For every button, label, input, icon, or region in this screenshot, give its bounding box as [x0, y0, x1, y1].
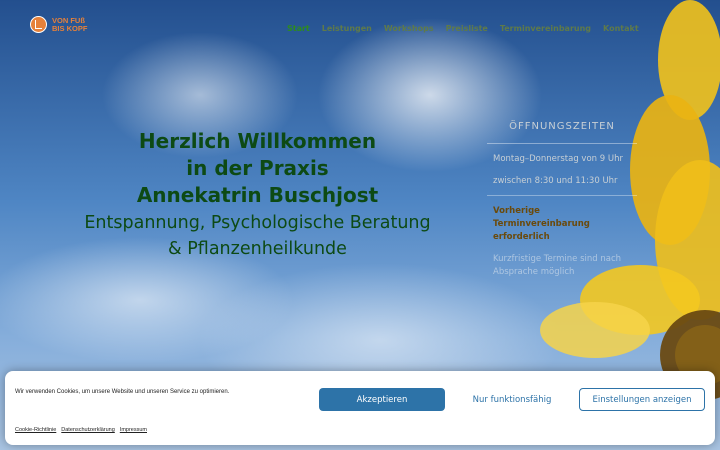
welcome-title-line3: Annekatrin Buschjost: [136, 183, 379, 207]
welcome-subtitle-line1: Entspannung, Psychologische Beratung: [84, 213, 431, 233]
opening-hours-heading: ÖFFNUNGSZEITEN: [487, 120, 637, 144]
imprint-link[interactable]: Impressum: [120, 427, 147, 433]
welcome-section: Herzlich Willkommen in der Praxis Anneka…: [40, 128, 475, 261]
logo-icon: [30, 16, 47, 33]
opening-hours-widget: ÖFFNUNGSZEITEN Montag–Donnerstag von 9 U…: [487, 120, 637, 279]
nav-start[interactable]: Start: [287, 24, 310, 33]
opening-hours-times: zwischen 8:30 und 11:30 Uhr: [493, 176, 618, 186]
main-nav: Start Leistungen Workshops Preisliste Te…: [287, 24, 639, 33]
appointment-required-note: Vorherige Terminvereinbarung erforderlic…: [493, 206, 590, 242]
nav-terminvereinbarung[interactable]: Terminvereinbarung: [500, 24, 591, 33]
logo-line2: BIS KOPF: [52, 23, 88, 33]
cookie-settings-button[interactable]: Einstellungen anzeigen: [579, 388, 705, 411]
opening-hours-divider: [487, 195, 637, 196]
accept-cookies-button[interactable]: Akzeptieren: [319, 388, 445, 411]
site-logo[interactable]: VON FUß BIS KOPF: [30, 16, 87, 33]
cookie-links: Cookie-Richtlinie Datenschutzerklärung I…: [15, 427, 147, 433]
short-notice-note: Kurzfristige Termine sind nach Absprache…: [493, 254, 622, 277]
nav-workshops[interactable]: Workshops: [384, 24, 434, 33]
cookie-policy-link[interactable]: Cookie-Richtlinie: [15, 427, 56, 433]
privacy-policy-link[interactable]: Datenschutzerklärung: [61, 427, 115, 433]
nav-preisliste[interactable]: Preisliste: [446, 24, 488, 33]
functional-only-button[interactable]: Nur funktionsfähig: [447, 388, 577, 411]
welcome-subtitle-line2: & Pflanzenheilkunde: [168, 239, 347, 259]
welcome-title-line2: in der Praxis: [186, 156, 329, 180]
opening-hours-days: Montag–Donnerstag von 9 Uhr: [493, 154, 623, 164]
nav-leistungen[interactable]: Leistungen: [322, 24, 372, 33]
welcome-title-line1: Herzlich Willkommen: [138, 129, 377, 153]
cookie-message: Wir verwenden Cookies, um unsere Website…: [15, 389, 230, 395]
nav-kontakt[interactable]: Kontakt: [603, 24, 639, 33]
cookie-banner: Wir verwenden Cookies, um unsere Website…: [5, 371, 715, 445]
